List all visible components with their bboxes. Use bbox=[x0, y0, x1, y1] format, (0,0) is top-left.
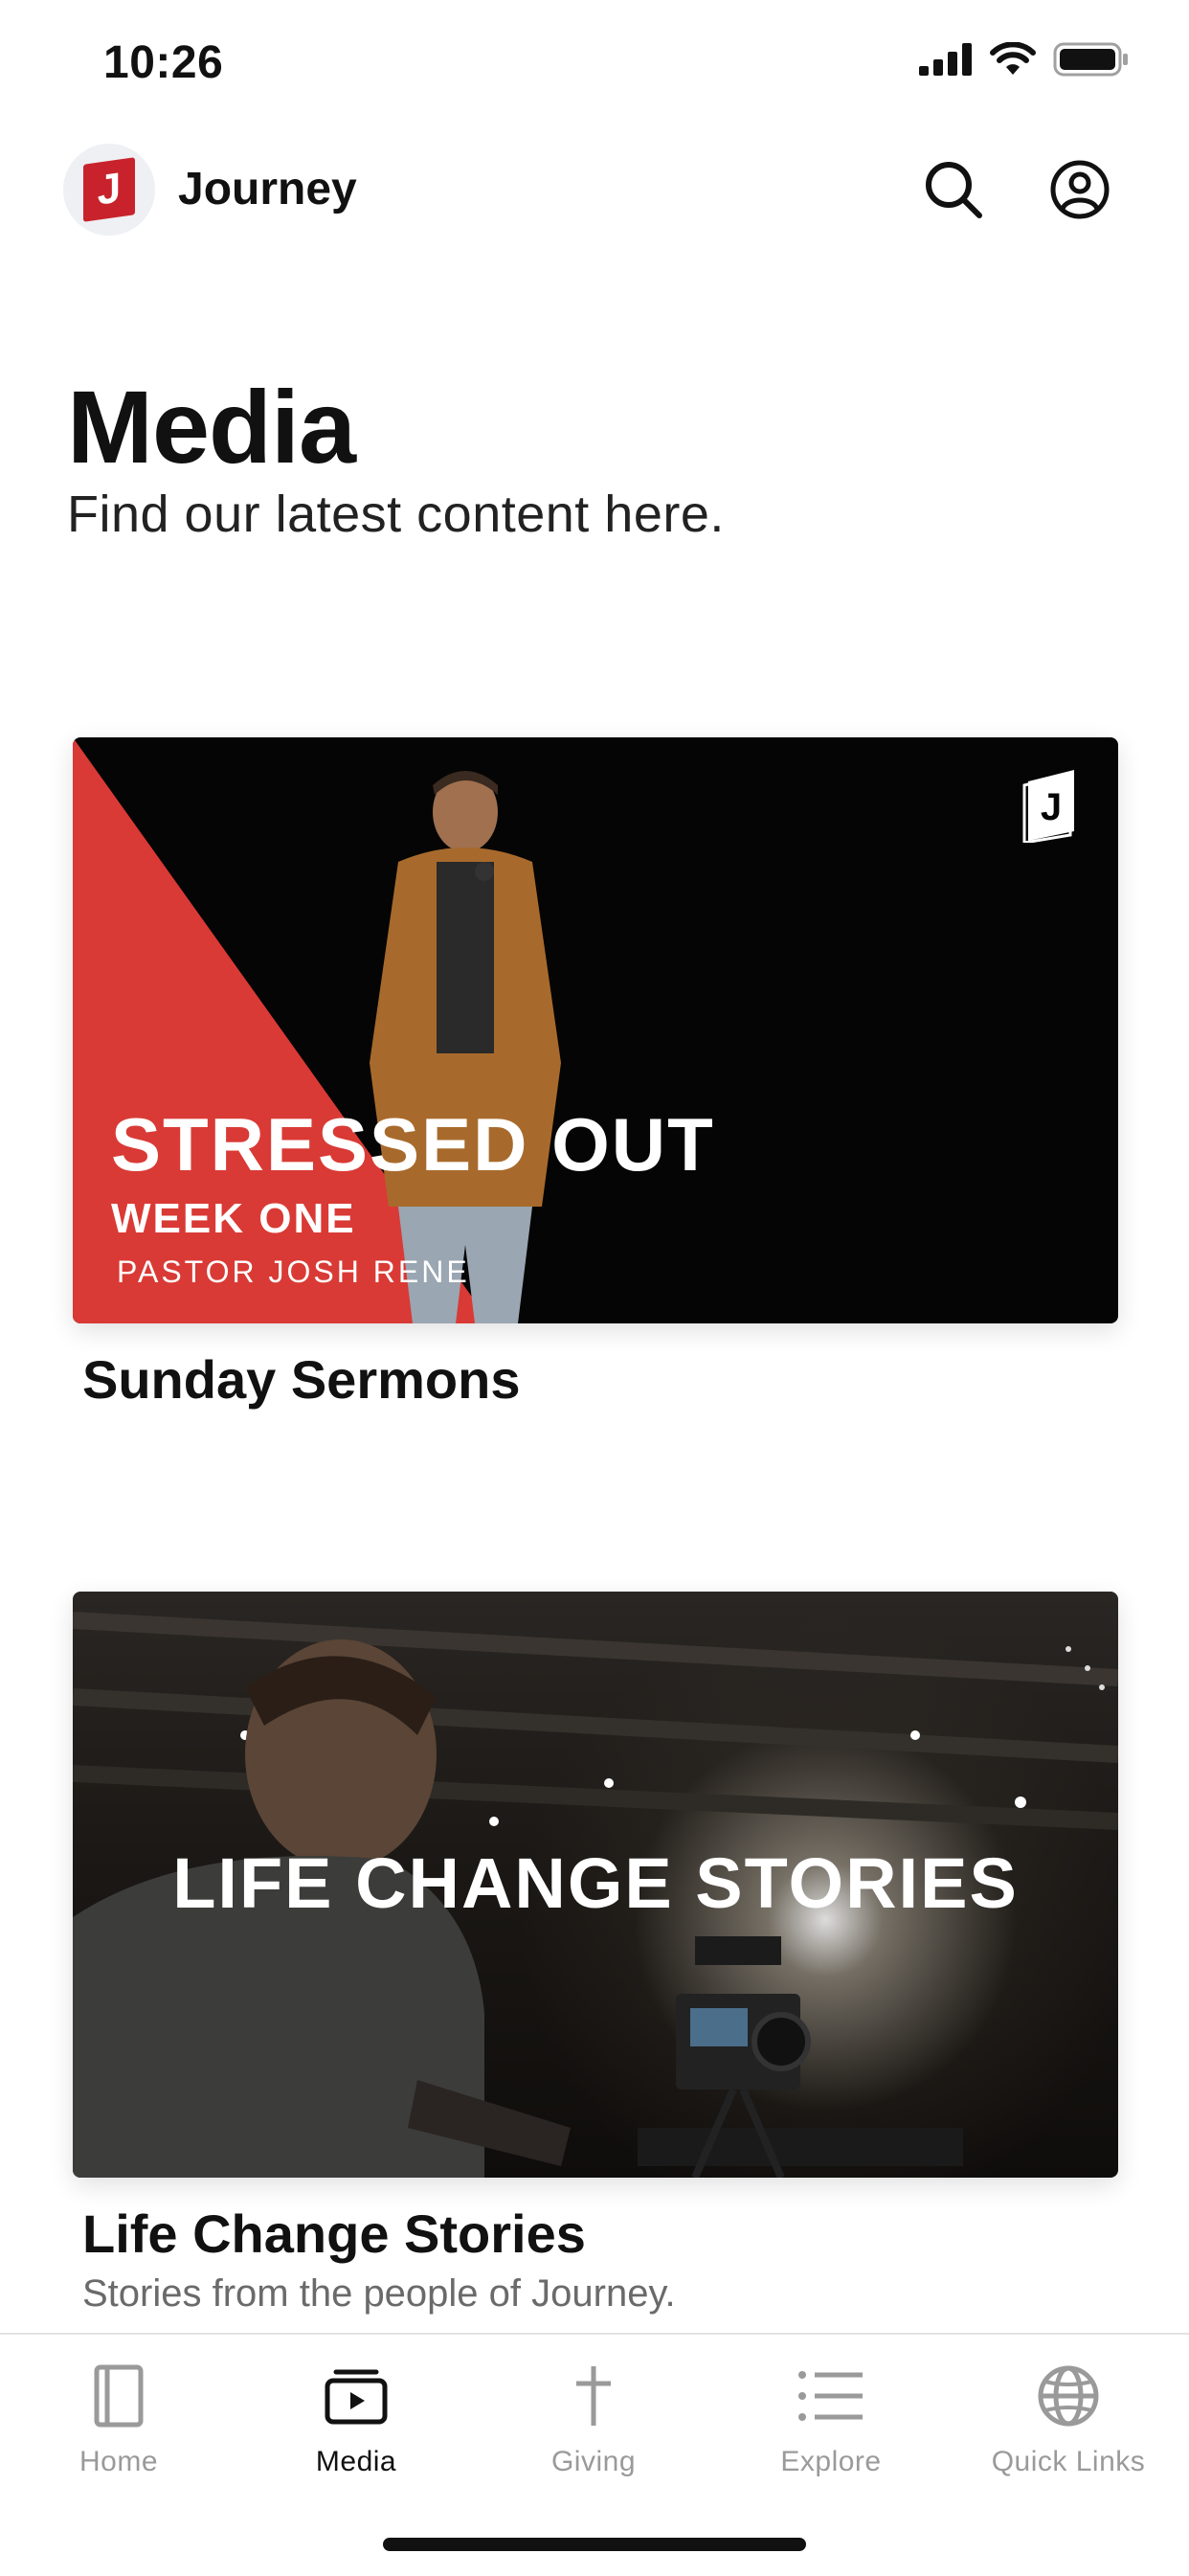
tab-label: Media bbox=[315, 2446, 397, 2477]
battery-icon bbox=[1053, 42, 1128, 77]
app-name: Journey bbox=[178, 164, 357, 215]
journey-badge-icon: J bbox=[1022, 770, 1074, 843]
card-label: Sunday Sermons bbox=[82, 1349, 521, 1410]
media-card-stories[interactable]: LIFE CHANGE STORIES Life Change Stories … bbox=[73, 1592, 1118, 2316]
search-icon bbox=[926, 162, 982, 218]
status-bar: 10:26 bbox=[0, 0, 1189, 134]
app-logo[interactable]: J bbox=[63, 144, 155, 236]
thumb-subtitle: WEEK ONE bbox=[111, 1195, 356, 1242]
tab-label: Quick Links bbox=[991, 2446, 1146, 2477]
app-header: J Journey bbox=[0, 134, 1189, 249]
card-label: Life Change Stories bbox=[82, 2203, 586, 2264]
media-card-sermons[interactable]: STRESSED OUT WEEK ONE PASTOR JOSH RENE J… bbox=[73, 737, 1118, 1411]
media-icon bbox=[325, 2369, 388, 2425]
tab-media[interactable]: Media bbox=[237, 2358, 475, 2478]
list-icon bbox=[798, 2371, 863, 2421]
svg-text:J: J bbox=[1041, 786, 1062, 828]
tab-label: Explore bbox=[780, 2446, 882, 2477]
page-title: Media bbox=[67, 369, 356, 485]
status-time: 10:26 bbox=[103, 37, 224, 88]
tab-giving[interactable]: Giving bbox=[475, 2358, 712, 2478]
tab-label: Giving bbox=[550, 2446, 637, 2477]
wifi-icon bbox=[990, 42, 1036, 75]
tab-quick-links[interactable]: Quick Links bbox=[950, 2358, 1187, 2478]
thumb-title: LIFE CHANGE STORIES bbox=[172, 1843, 1019, 1923]
speaker-figure bbox=[370, 771, 561, 1323]
status-icons bbox=[919, 42, 1130, 77]
home-icon bbox=[94, 2364, 144, 2428]
thumb-speaker: PASTOR JOSH RENE bbox=[117, 1254, 470, 1289]
signal-icon bbox=[919, 43, 972, 76]
card-description: Stories from the people of Journey. bbox=[82, 2272, 676, 2315]
thumb-title: STRESSED OUT bbox=[111, 1102, 715, 1186]
sermon-thumbnail[interactable]: STRESSED OUT WEEK ONE PASTOR JOSH RENE J bbox=[73, 737, 1118, 1323]
tab-label: Home bbox=[79, 2446, 159, 2477]
home-indicator bbox=[383, 2538, 806, 2551]
tab-home[interactable]: Home bbox=[0, 2358, 237, 2478]
page-subtitle: Find our latest content here. bbox=[67, 486, 725, 543]
tab-explore[interactable]: Explore bbox=[712, 2358, 950, 2478]
stories-thumbnail[interactable]: LIFE CHANGE STORIES bbox=[73, 1592, 1118, 2178]
search-button[interactable] bbox=[919, 155, 988, 224]
logo-mark: J bbox=[83, 157, 135, 222]
globe-icon bbox=[1038, 2365, 1099, 2427]
camera-rig bbox=[638, 1936, 963, 2178]
account-button[interactable] bbox=[1045, 155, 1114, 224]
cross-icon bbox=[576, 2366, 611, 2426]
account-icon bbox=[1050, 160, 1110, 219]
